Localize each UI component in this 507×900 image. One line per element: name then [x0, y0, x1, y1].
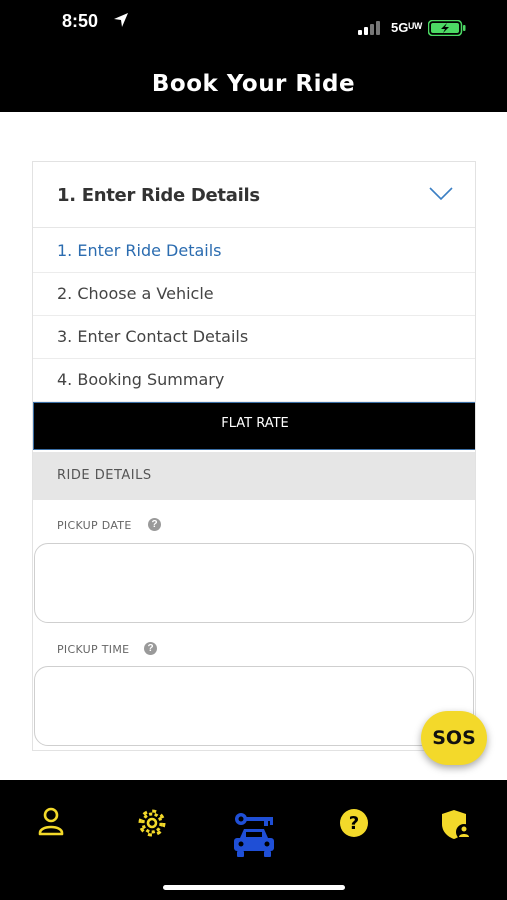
- status-time: 8:50: [62, 11, 99, 31]
- step-option-label: 4. Booking Summary: [57, 370, 225, 389]
- signal-icon: [358, 21, 380, 35]
- step-option-label: 2. Choose a Vehicle: [57, 284, 214, 303]
- nav-profile[interactable]: [24, 796, 84, 856]
- home-indicator: [163, 885, 345, 890]
- step-option-label: 1. Enter Ride Details: [57, 241, 222, 260]
- settings-icon: [138, 809, 166, 837]
- pickup-date-label: PICKUP DATE: [57, 519, 132, 532]
- flat-rate-button[interactable]: FLAT RATE: [33, 402, 475, 450]
- section-header: RIDE DETAILS: [33, 452, 475, 500]
- app-header: Book Your Ride: [0, 58, 507, 112]
- pickup-date-input[interactable]: [34, 543, 474, 623]
- chevron-down-icon: [429, 187, 453, 201]
- booking-card: 1. Enter Ride Details 1. Enter Ride Deta…: [32, 161, 476, 751]
- step-select[interactable]: 1. Enter Ride Details: [33, 162, 475, 228]
- step-select-value: 1. Enter Ride Details: [57, 185, 260, 206]
- nav-help[interactable]: ?: [324, 796, 384, 856]
- location-arrow-icon: [114, 13, 128, 27]
- flat-rate-label: FLAT RATE: [221, 416, 289, 431]
- step-option-contact-details[interactable]: 3. Enter Contact Details: [33, 315, 475, 359]
- help-icon[interactable]: ?: [148, 518, 161, 531]
- sos-button[interactable]: SOS: [421, 711, 487, 765]
- network-label: 5Gᵁᵂ: [391, 20, 423, 35]
- nav-ride[interactable]: [224, 796, 284, 857]
- section-title: RIDE DETAILS: [57, 468, 152, 483]
- sos-label: SOS: [432, 727, 476, 749]
- nav-settings[interactable]: [124, 796, 184, 856]
- step-option-choose-vehicle[interactable]: 2. Choose a Vehicle: [33, 272, 475, 316]
- ride-icon: [234, 813, 274, 857]
- page-title: Book Your Ride: [151, 71, 356, 97]
- step-option-label: 3. Enter Contact Details: [57, 327, 249, 346]
- nav-security[interactable]: [424, 796, 484, 856]
- profile-icon: [38, 807, 64, 836]
- battery-icon: [428, 20, 466, 36]
- svg-text:?: ?: [349, 813, 359, 834]
- pickup-time-input[interactable]: [34, 666, 474, 746]
- shield-user-icon: [442, 810, 472, 840]
- help-icon[interactable]: ?: [144, 642, 157, 655]
- pickup-time-label: PICKUP TIME: [57, 643, 130, 656]
- status-bar: 8:50 5Gᵁᵂ: [0, 0, 507, 58]
- step-option-booking-summary[interactable]: 4. Booking Summary: [33, 358, 475, 402]
- step-option-ride-details[interactable]: 1. Enter Ride Details: [33, 229, 475, 273]
- bottom-nav: ?: [0, 780, 507, 900]
- help-circle-icon: ?: [340, 809, 368, 837]
